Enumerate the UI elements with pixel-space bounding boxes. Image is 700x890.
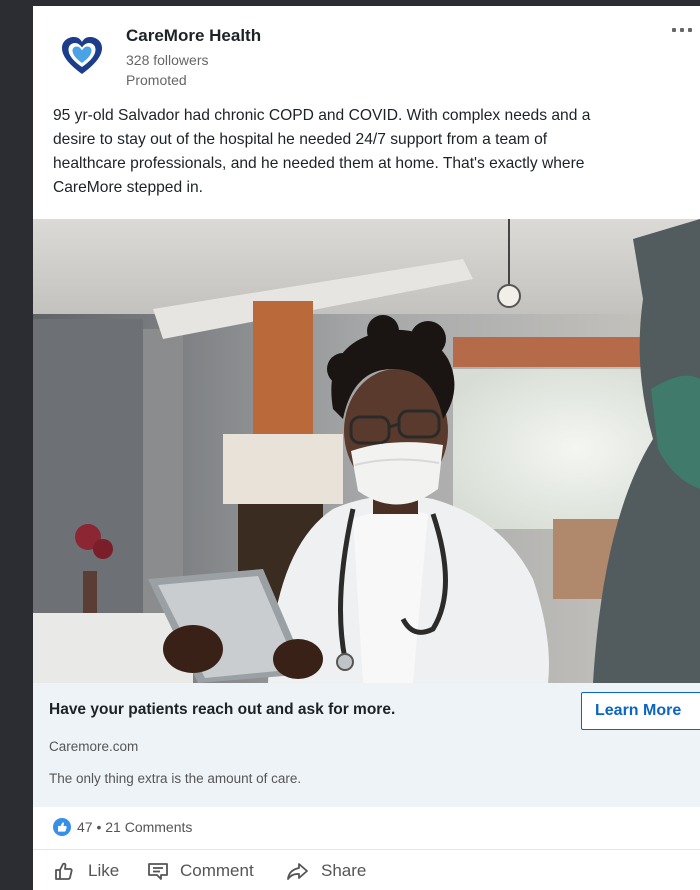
action-bar: Like Comment Share	[33, 850, 700, 890]
share-label: Share	[321, 861, 367, 880]
post-text: 95 yr-old Salvador had chronic COPD and …	[53, 104, 700, 200]
reactions-comments-count[interactable]: 47 • 21 Comments	[77, 819, 192, 835]
post-text-line: healthcare professionals, and he needed …	[53, 155, 585, 172]
learn-more-button[interactable]: Learn More	[581, 692, 700, 730]
comment-button[interactable]: Comment	[143, 850, 273, 890]
comment-icon	[148, 863, 168, 880]
like-reaction-icon[interactable]	[53, 818, 71, 836]
post-text-line: 95 yr-old Salvador had chronic COPD and …	[53, 107, 591, 124]
cta-bar[interactable]: Have your patients reach out and ask for…	[33, 683, 700, 807]
follower-count: 328 followers	[126, 52, 209, 68]
post-text-line: desire to stay out of the hospital he ne…	[53, 131, 548, 148]
post-image[interactable]	[33, 219, 700, 683]
cta-headline[interactable]: Have your patients reach out and ask for…	[49, 701, 395, 719]
thumbs-up-icon	[55, 862, 73, 880]
promoted-label: Promoted	[126, 72, 187, 88]
sponsored-post-card: CareMore Health 328 followers Promoted 9…	[33, 6, 700, 890]
share-button[interactable]: Share	[283, 850, 383, 890]
share-icon	[287, 863, 308, 880]
more-options-icon[interactable]	[660, 20, 700, 40]
cta-subtext: The only thing extra is the amount of ca…	[49, 771, 302, 786]
like-button[interactable]: Like	[49, 850, 139, 890]
company-name[interactable]: CareMore Health	[126, 26, 261, 46]
post-text-line: CareMore stepped in.	[53, 179, 203, 196]
comment-label: Comment	[180, 861, 254, 880]
post-header: CareMore Health 328 followers Promoted	[33, 6, 700, 98]
heart-logo-icon[interactable]	[59, 34, 105, 80]
social-counts: 47 • 21 Comments	[33, 807, 700, 850]
like-label: Like	[88, 861, 120, 880]
cta-domain: Caremore.com	[49, 739, 139, 754]
